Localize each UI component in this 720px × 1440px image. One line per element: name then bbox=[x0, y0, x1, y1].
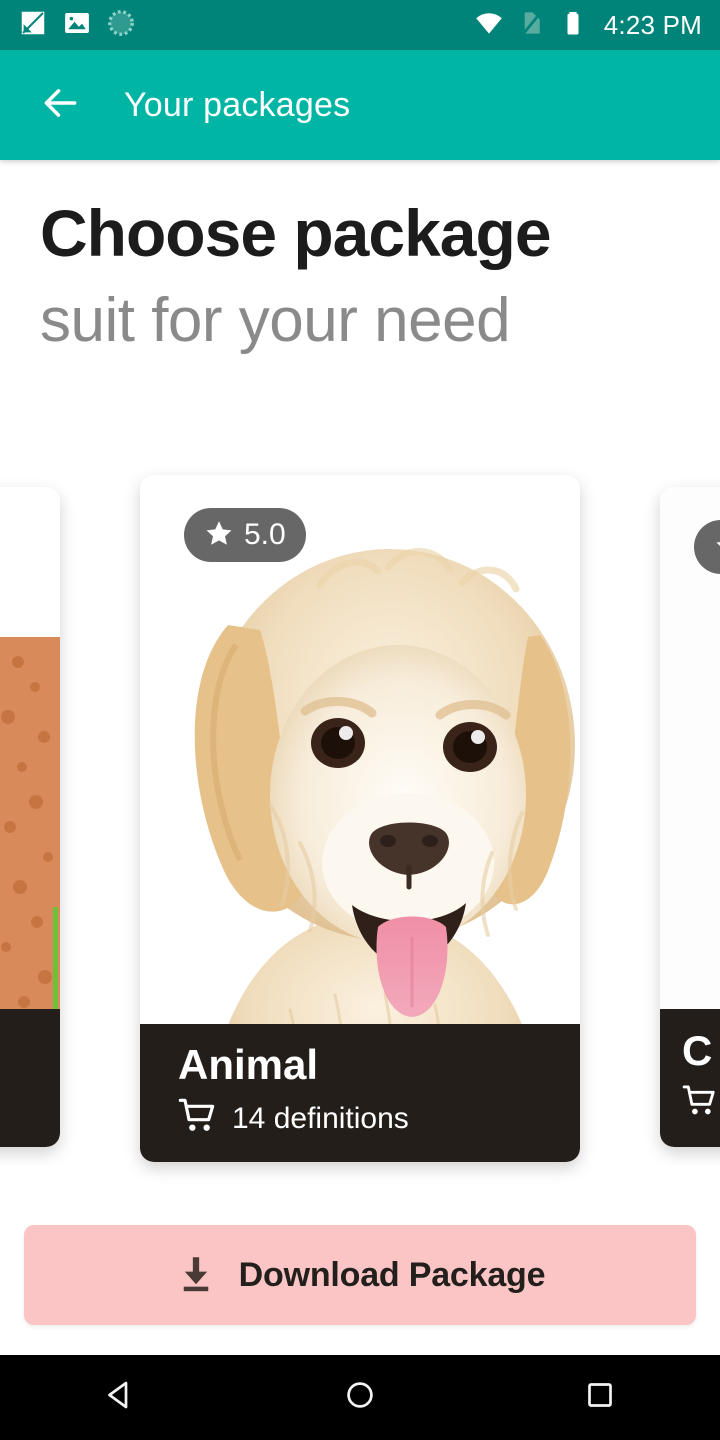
android-nav-bar bbox=[0, 1355, 720, 1440]
package-card-left[interactable] bbox=[0, 487, 60, 1147]
shopping-cart-icon bbox=[682, 1083, 718, 1124]
heading-title: Choose package bbox=[40, 196, 552, 270]
package-card-right-footer: C bbox=[660, 1009, 720, 1147]
status-bar: 4:23 PM bbox=[0, 0, 720, 50]
package-card-right-meta bbox=[682, 1083, 720, 1124]
heading-subtitle: suit for your need bbox=[40, 286, 511, 355]
package-card-animal[interactable]: 5.0 Animal 14 definitions bbox=[140, 475, 580, 1162]
status-bar-left-icons bbox=[18, 8, 136, 43]
shopping-cart-icon bbox=[178, 1096, 218, 1141]
nav-home-circle-icon bbox=[342, 1377, 378, 1418]
package-card-right[interactable]: C bbox=[660, 487, 720, 1147]
image-icon bbox=[62, 8, 92, 43]
package-card-left-footer bbox=[0, 1009, 60, 1147]
star-icon bbox=[714, 531, 720, 564]
download-package-label: Download Package bbox=[238, 1255, 546, 1294]
star-icon bbox=[204, 518, 234, 553]
sync-progress-icon bbox=[106, 8, 136, 43]
phone-screen: 4:23 PM Your packages Choose package sui… bbox=[0, 0, 720, 1440]
app-bar: Your packages bbox=[0, 50, 720, 160]
rating-badge: 5.0 bbox=[184, 508, 306, 562]
package-definition-count: 14 definitions bbox=[232, 1101, 409, 1135]
page-title: Your packages bbox=[124, 85, 351, 124]
wifi-icon bbox=[474, 8, 504, 43]
package-title: Animal bbox=[178, 1041, 319, 1088]
download-icon bbox=[175, 1252, 217, 1299]
nav-recents-button[interactable] bbox=[550, 1355, 650, 1440]
nav-home-button[interactable] bbox=[310, 1355, 410, 1440]
package-carousel[interactable]: C 5.0 Animal 14 definitions bbox=[0, 475, 720, 1165]
battery-full-icon bbox=[558, 8, 588, 43]
no-sim-icon bbox=[516, 8, 546, 43]
headings-block: Choose package suit for your need bbox=[0, 200, 720, 353]
nav-back-button[interactable] bbox=[70, 1355, 170, 1440]
status-bar-right-icons: 4:23 PM bbox=[474, 8, 702, 43]
nav-back-triangle-icon bbox=[102, 1377, 138, 1418]
package-meta: 14 definitions bbox=[178, 1096, 542, 1141]
package-card-footer: Animal 14 definitions bbox=[140, 1024, 580, 1162]
arrow-left-icon bbox=[38, 81, 82, 130]
nav-recents-square-icon bbox=[582, 1377, 618, 1418]
status-bar-clock: 4:23 PM bbox=[603, 9, 702, 40]
back-button[interactable] bbox=[24, 69, 96, 141]
screenshot-icon bbox=[18, 8, 48, 43]
package-card-right-title: C bbox=[682, 1027, 713, 1074]
rating-value: 5.0 bbox=[244, 518, 286, 551]
download-package-button[interactable]: Download Package bbox=[24, 1225, 696, 1325]
